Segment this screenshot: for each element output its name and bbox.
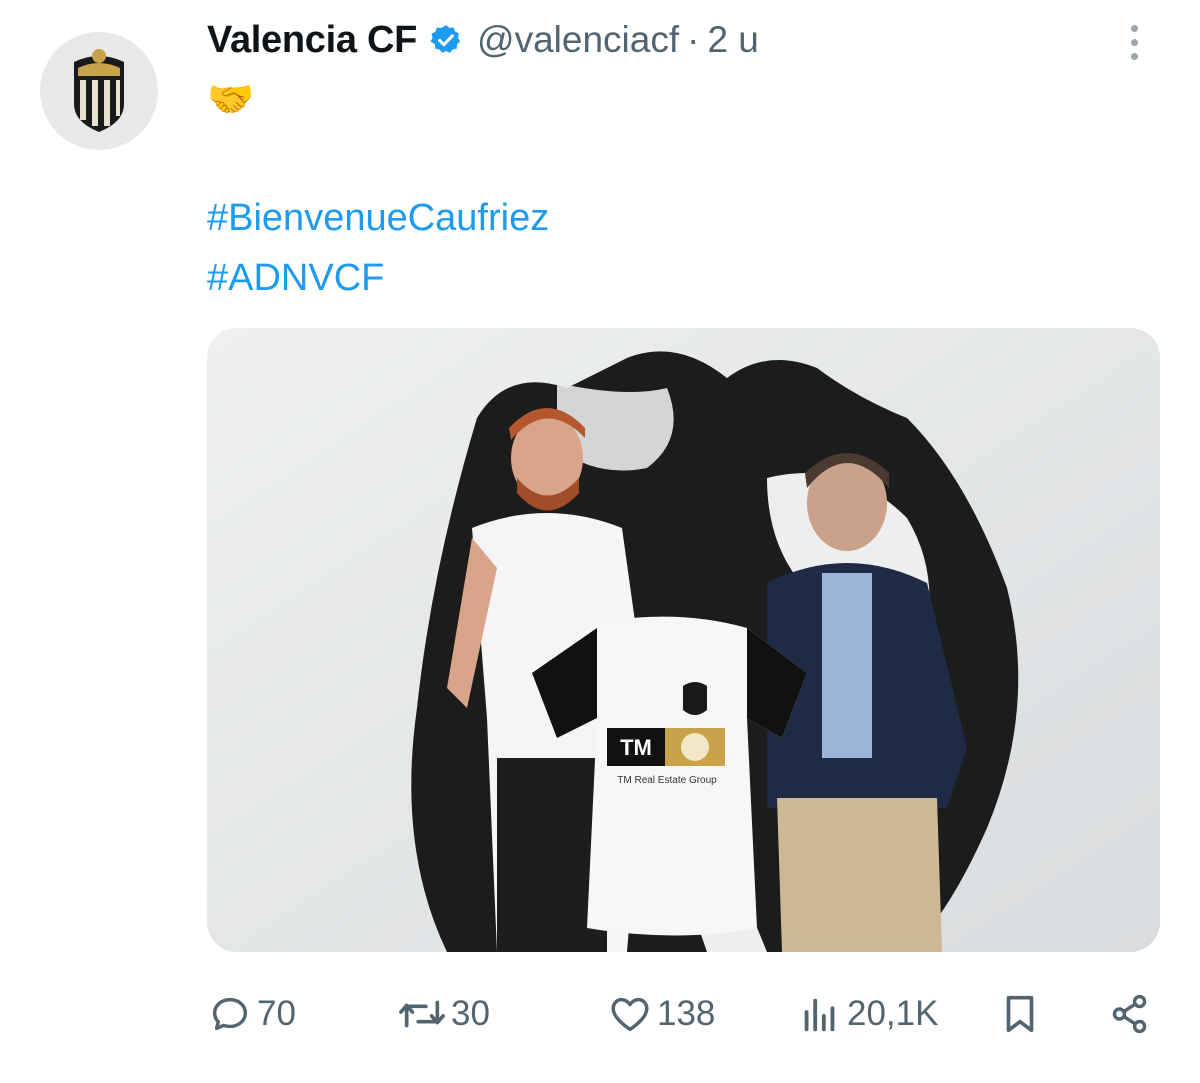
heart-icon bbox=[611, 997, 649, 1032]
reply-button[interactable]: 70 bbox=[207, 991, 296, 1037]
bookmark-button[interactable] bbox=[997, 991, 1043, 1037]
more-options-icon[interactable] bbox=[1118, 18, 1150, 66]
verified-badge-icon[interactable] bbox=[429, 23, 463, 57]
reply-icon bbox=[212, 997, 248, 1031]
reply-count: 70 bbox=[257, 994, 296, 1033]
jersey-sponsor-text: TM bbox=[620, 735, 652, 760]
views-button[interactable]: 20,1K bbox=[797, 991, 938, 1037]
tweet-actions: 70 30 138 20,1K bbox=[207, 988, 1167, 1040]
like-button[interactable]: 138 bbox=[607, 991, 715, 1037]
retweet-count: 30 bbox=[451, 994, 490, 1033]
timestamp[interactable]: 2 u bbox=[707, 19, 758, 61]
tweet-media-image[interactable]: TM TM Real Estate Group bbox=[207, 328, 1160, 952]
jersey-sponsor-sub: TM Real Estate Group bbox=[617, 775, 717, 786]
share-icon bbox=[1112, 994, 1147, 1034]
tweet-header: Valencia CF @valenciacf · 2 u bbox=[207, 12, 759, 68]
display-name[interactable]: Valencia CF bbox=[207, 19, 417, 62]
like-count: 138 bbox=[657, 994, 716, 1033]
tweet-emoji: 🤝 bbox=[207, 79, 255, 121]
bookmark-icon bbox=[1006, 995, 1034, 1033]
hashtag-link[interactable]: #ADNVCF bbox=[207, 256, 384, 300]
avatar[interactable] bbox=[40, 32, 158, 150]
share-button[interactable] bbox=[1107, 991, 1153, 1037]
views-chart-icon bbox=[804, 998, 835, 1032]
valencia-crest-logo bbox=[74, 49, 124, 132]
separator: · bbox=[687, 19, 700, 60]
handle[interactable]: @valenciacf bbox=[477, 19, 679, 61]
hashtag-link[interactable]: #BienvenueCaufriez bbox=[207, 196, 549, 240]
retweet-button[interactable]: 30 bbox=[397, 991, 490, 1037]
photo-illustration: TM TM Real Estate Group bbox=[207, 328, 1160, 952]
retweet-icon bbox=[399, 1000, 445, 1028]
views-count: 20,1K bbox=[847, 994, 939, 1033]
